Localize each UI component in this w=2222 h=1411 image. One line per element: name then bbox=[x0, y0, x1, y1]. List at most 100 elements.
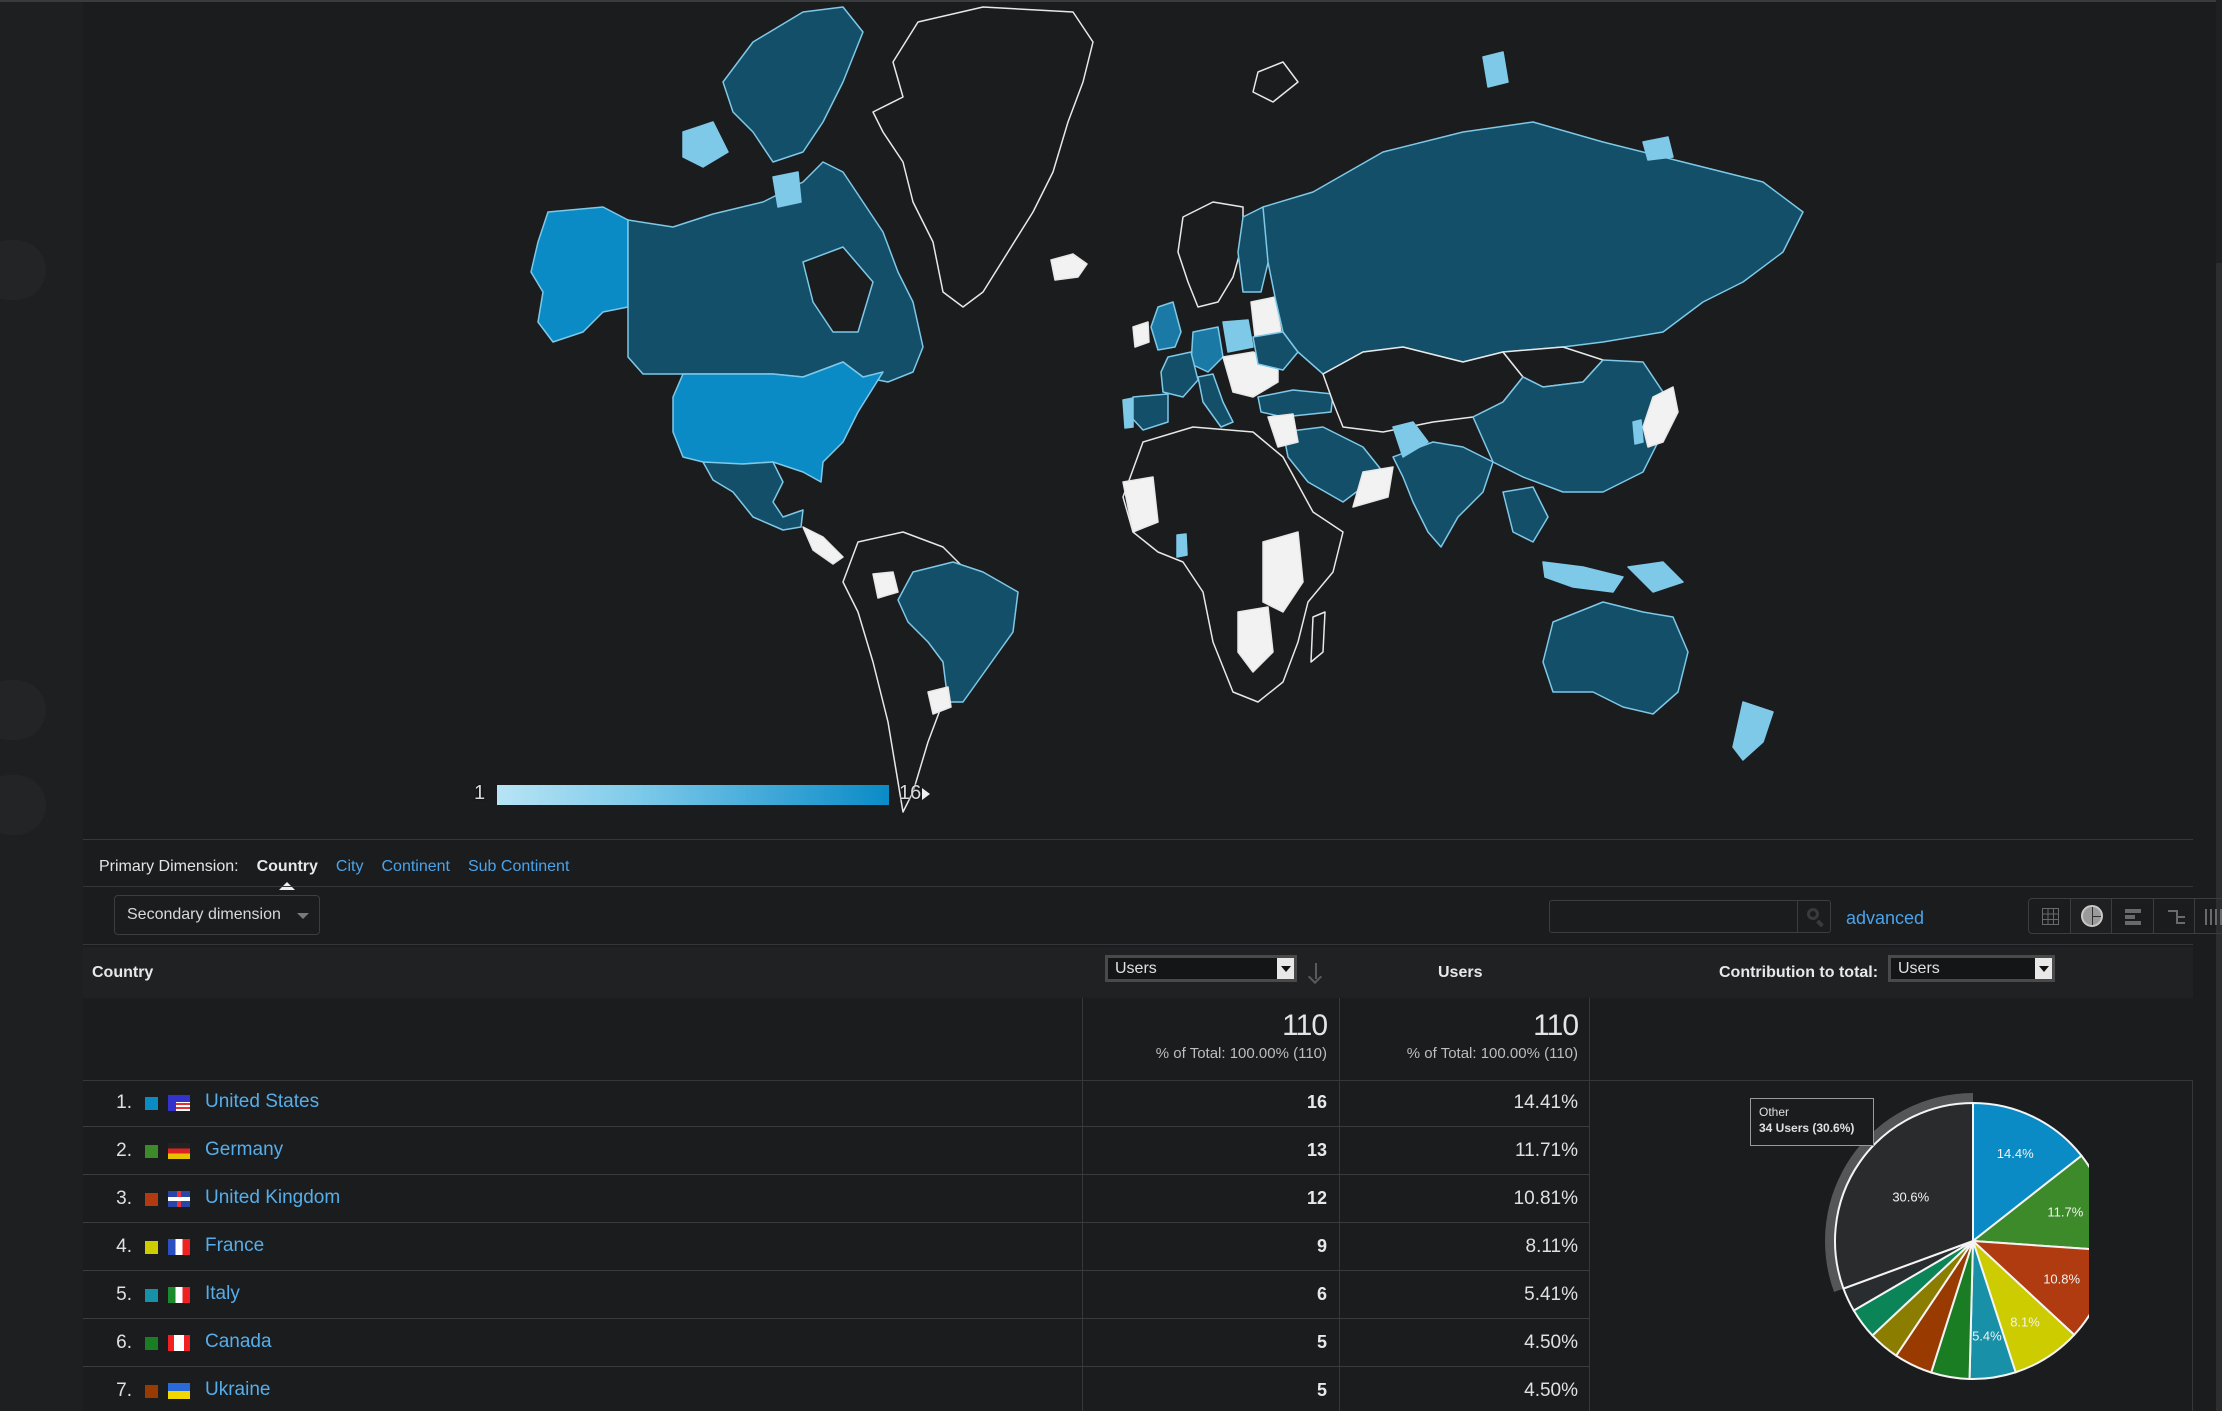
contribution-label: Contribution to total: bbox=[1719, 964, 1879, 981]
table-row[interactable]: 5. Italy 6 5.41% bbox=[83, 1272, 1589, 1319]
data-view-button[interactable] bbox=[2029, 899, 2071, 933]
country-portugal[interactable] bbox=[1122, 397, 1134, 429]
row-color-swatch bbox=[145, 1145, 158, 1158]
country-link[interactable]: Germany bbox=[205, 1139, 283, 1161]
flag-fr-icon bbox=[168, 1239, 190, 1255]
country-russia[interactable] bbox=[1262, 121, 1804, 375]
sort-descending-icon[interactable] bbox=[1315, 963, 1317, 979]
scrollbar-thumb[interactable] bbox=[2216, 263, 2222, 1411]
users-value: 5 bbox=[1316, 1332, 1327, 1352]
chevron-down-icon bbox=[297, 913, 309, 919]
column-divider bbox=[1589, 998, 1590, 1411]
dimension-tab-country[interactable]: Country bbox=[257, 858, 318, 890]
region-southeast-asia[interactable] bbox=[1502, 486, 1549, 543]
metric-total: 110 bbox=[1282, 1009, 1328, 1042]
percentage-view-button[interactable] bbox=[2070, 899, 2113, 933]
country-germany[interactable] bbox=[1190, 326, 1224, 373]
column-header-users[interactable]: Users bbox=[1438, 947, 1482, 998]
pie-slice-label: 5.4% bbox=[1972, 1329, 2002, 1344]
country-france[interactable] bbox=[1160, 351, 1199, 398]
legend-arrow-icon bbox=[922, 788, 930, 800]
sidebar-item[interactable] bbox=[0, 775, 46, 835]
world-map-svg[interactable] bbox=[83, 2, 2193, 837]
country-iceland[interactable] bbox=[1050, 253, 1088, 281]
dimension-tab-sub-continent[interactable]: Sub Continent bbox=[468, 858, 569, 876]
table-search-input[interactable] bbox=[1550, 901, 1796, 932]
dimension-tab-continent[interactable]: Continent bbox=[381, 858, 450, 876]
country-spain[interactable] bbox=[1130, 393, 1169, 431]
country-mexico[interactable] bbox=[702, 461, 804, 531]
comparison-icon bbox=[2167, 908, 2185, 926]
pie-slice-label: 10.8% bbox=[2043, 1271, 2080, 1286]
performance-view-button[interactable] bbox=[2112, 899, 2154, 933]
divider bbox=[83, 839, 2193, 840]
users-value: 16 bbox=[1306, 1092, 1327, 1112]
report-main: 1 16 Primary Dimension: Country City Con… bbox=[83, 2, 2222, 1411]
flag-ca-icon bbox=[168, 1335, 190, 1351]
users-total-cell: 110 % of Total: 100.00% (110) bbox=[1343, 998, 1579, 1080]
sidebar-item[interactable] bbox=[0, 240, 46, 300]
users-percent: 10.81% bbox=[1513, 1188, 1578, 1209]
comparison-view-button[interactable] bbox=[2154, 899, 2196, 933]
column-header-country[interactable]: Country bbox=[92, 947, 153, 998]
country-italy[interactable] bbox=[1197, 373, 1234, 428]
map-legend-max: 16 bbox=[899, 782, 922, 804]
country-us-alaska[interactable] bbox=[530, 206, 629, 343]
metric-select[interactable]: Users bbox=[1105, 955, 1297, 982]
country-australia[interactable] bbox=[1542, 601, 1689, 715]
secondary-dimension-dropdown[interactable]: Secondary dimension bbox=[114, 895, 320, 935]
country-link[interactable]: United Kingdom bbox=[205, 1187, 340, 1209]
country-south-korea[interactable] bbox=[1632, 419, 1644, 445]
table-row[interactable]: 6. Canada 5 4.50% bbox=[83, 1320, 1589, 1367]
country-ghana[interactable] bbox=[1176, 533, 1188, 558]
users-percent: 11.71% bbox=[1514, 1140, 1578, 1161]
country-link[interactable]: United States bbox=[205, 1091, 319, 1113]
flag-it-icon bbox=[168, 1287, 190, 1303]
pivot-view-button[interactable] bbox=[2195, 899, 2222, 933]
pie-slice-label: 11.7% bbox=[2047, 1205, 2083, 1220]
country-new-zealand[interactable] bbox=[1732, 701, 1774, 761]
region-africa-zero-west[interactable] bbox=[1122, 476, 1159, 533]
search-button[interactable] bbox=[1797, 901, 1830, 932]
region-indonesia[interactable] bbox=[1542, 561, 1684, 593]
contribution-metric-select[interactable]: Users bbox=[1888, 955, 2055, 982]
country-turkey[interactable] bbox=[1257, 389, 1334, 418]
country-madagascar[interactable] bbox=[1310, 611, 1326, 663]
country-poland[interactable] bbox=[1222, 319, 1254, 353]
view-toggle-group bbox=[2028, 898, 2222, 934]
divider bbox=[83, 886, 2193, 887]
sidebar-item[interactable] bbox=[0, 680, 46, 740]
country-ireland[interactable] bbox=[1132, 321, 1150, 348]
country-canada-arctic[interactable] bbox=[722, 6, 864, 163]
country-link[interactable]: Canada bbox=[205, 1331, 272, 1353]
row-index: 3. bbox=[116, 1188, 132, 1209]
users-value: 5 bbox=[1316, 1380, 1327, 1400]
page-scrollbar[interactable] bbox=[2216, 0, 2222, 1411]
table-row[interactable]: 2. Germany 13 11.71% bbox=[83, 1128, 1589, 1175]
users-total-sub: % of Total: 100.00% (110) bbox=[1406, 1045, 1578, 1062]
row-color-swatch bbox=[145, 1385, 158, 1398]
region-scandinavia[interactable] bbox=[1177, 201, 1244, 308]
table-row[interactable]: 1. United States 16 14.41% bbox=[83, 1080, 1589, 1127]
country-argentina-zero[interactable] bbox=[927, 686, 952, 715]
country-united-kingdom[interactable] bbox=[1150, 301, 1182, 351]
row-index: 7. bbox=[116, 1380, 132, 1401]
table-search-box[interactable] bbox=[1549, 900, 1831, 933]
row-color-swatch bbox=[145, 1289, 158, 1302]
dimension-tab-city[interactable]: City bbox=[336, 858, 364, 876]
region-svalbard[interactable] bbox=[1252, 61, 1299, 103]
advanced-filter-link[interactable]: advanced bbox=[1846, 908, 1924, 929]
country-india[interactable] bbox=[1392, 441, 1494, 548]
table-row[interactable]: 3. United Kingdom 12 10.81% bbox=[83, 1176, 1589, 1223]
country-link[interactable]: Italy bbox=[205, 1283, 240, 1305]
geo-map[interactable]: 1 16 bbox=[83, 2, 2193, 837]
row-index: 6. bbox=[116, 1332, 132, 1353]
region-central-america[interactable] bbox=[802, 526, 844, 565]
country-link[interactable]: France bbox=[205, 1235, 264, 1257]
row-color-swatch bbox=[145, 1337, 158, 1350]
country-link[interactable]: Ukraine bbox=[205, 1379, 270, 1401]
table-row[interactable]: 7. Ukraine 5 4.50% bbox=[83, 1368, 1589, 1411]
table-row[interactable]: 4. France 9 8.11% bbox=[83, 1224, 1589, 1271]
users-percent: 4.50% bbox=[1524, 1380, 1578, 1401]
users-value: 6 bbox=[1316, 1284, 1327, 1304]
